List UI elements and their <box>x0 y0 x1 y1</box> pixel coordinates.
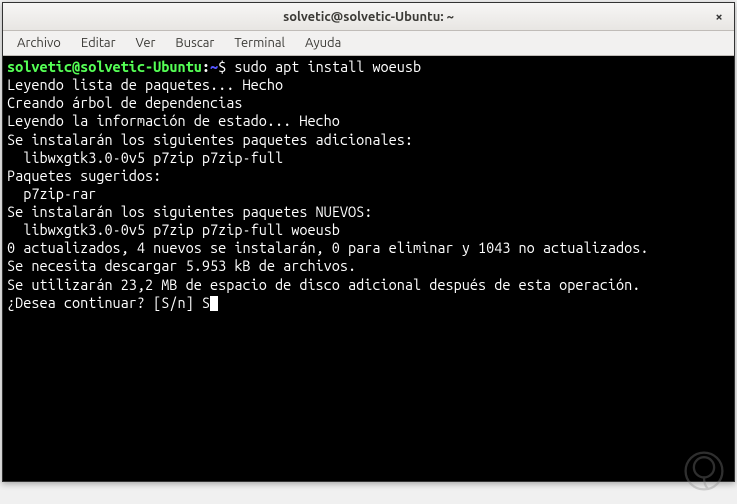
cursor-icon <box>210 296 218 311</box>
output-line: Se instalarán los siguientes paquetes ad… <box>7 131 730 149</box>
output-line: Leyendo lista de paquetes... Hecho <box>7 76 730 94</box>
output-line: Paquetes sugeridos: <box>7 167 730 185</box>
watermark-icon <box>681 448 727 494</box>
output-line: Creando árbol de dependencias <box>7 94 730 112</box>
confirm-answer: S <box>202 294 210 311</box>
titlebar: solvetic@solvetic-Ubuntu: ~ × <box>3 3 734 31</box>
output-line: 0 actualizados, 4 nuevos se instalarán, … <box>7 239 730 257</box>
terminal-window: solvetic@solvetic-Ubuntu: ~ × Archivo Ed… <box>2 2 735 482</box>
terminal-output[interactable]: solvetic@solvetic-Ubuntu:~$ sudo apt ins… <box>3 56 734 481</box>
menubar: Archivo Editar Ver Buscar Terminal Ayuda <box>3 31 734 56</box>
confirm-line: ¿Desea continuar? [S/n] S <box>7 294 730 312</box>
menu-archivo[interactable]: Archivo <box>7 33 71 53</box>
menu-terminal[interactable]: Terminal <box>224 33 295 53</box>
menu-ver[interactable]: Ver <box>126 33 166 53</box>
command-text: sudo apt install woeusb <box>234 58 421 75</box>
output-line: libwxgtk3.0-0v5 p7zip p7zip-full woeusb <box>7 221 730 239</box>
prompt-userhost: solvetic@solvetic-Ubuntu <box>7 58 202 75</box>
output-line: Se instalarán los siguientes paquetes NU… <box>7 203 730 221</box>
output-line: Se utilizarán 23,2 MB de espacio de disc… <box>7 276 730 294</box>
output-line: libwxgtk3.0-0v5 p7zip p7zip-full <box>7 149 730 167</box>
prompt-path: ~ <box>210 58 218 75</box>
output-line: Leyendo la información de estado... Hech… <box>7 112 730 130</box>
confirm-question: ¿Desea continuar? [S/n] <box>7 294 202 311</box>
prompt-sep: : <box>202 58 210 75</box>
close-icon[interactable]: × <box>710 8 728 26</box>
menu-buscar[interactable]: Buscar <box>165 33 224 53</box>
prompt-dollar: $ <box>218 58 226 75</box>
prompt-line: solvetic@solvetic-Ubuntu:~$ sudo apt ins… <box>7 58 730 76</box>
output-line: p7zip-rar <box>7 185 730 203</box>
menu-editar[interactable]: Editar <box>71 33 126 53</box>
menu-ayuda[interactable]: Ayuda <box>295 33 351 53</box>
output-line: Se necesita descargar 5.953 kB de archiv… <box>7 257 730 275</box>
window-title: solvetic@solvetic-Ubuntu: ~ <box>283 10 454 24</box>
